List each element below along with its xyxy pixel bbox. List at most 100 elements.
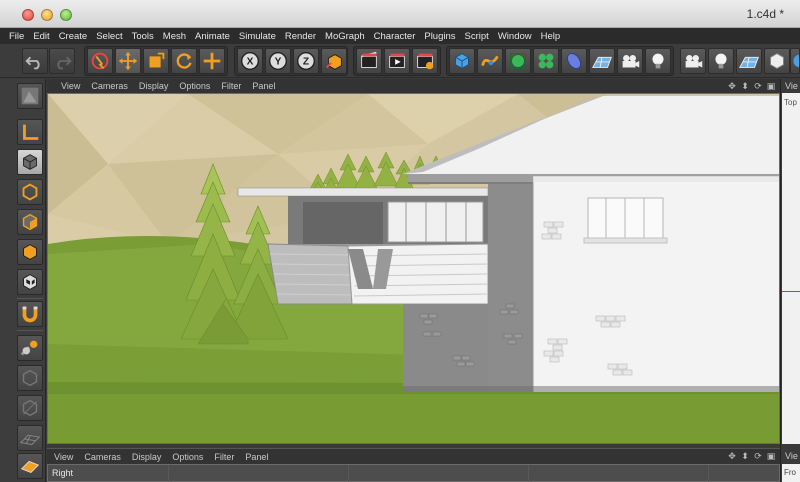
clapper-icon bbox=[361, 51, 377, 68]
scale-tool-button[interactable] bbox=[143, 48, 169, 74]
render-settings-button[interactable] bbox=[412, 48, 438, 74]
magnet-button[interactable] bbox=[17, 301, 43, 327]
light-button[interactable] bbox=[645, 48, 671, 74]
texture-mode-button[interactable] bbox=[17, 209, 43, 235]
right-viewport[interactable]: Right bbox=[47, 464, 780, 482]
light-button-2[interactable] bbox=[708, 48, 734, 74]
cloner-button[interactable] bbox=[533, 48, 559, 74]
floor-button-2[interactable] bbox=[736, 48, 762, 74]
menu-window[interactable]: Window bbox=[495, 31, 538, 42]
axis-x-button[interactable]: X bbox=[237, 48, 263, 74]
menu-simulate[interactable]: Simulate bbox=[236, 31, 282, 42]
render-picture-viewer-button[interactable] bbox=[384, 48, 410, 74]
menu-plugins[interactable]: Plugins bbox=[421, 31, 461, 42]
add-object-button[interactable] bbox=[199, 48, 225, 74]
menu-file[interactable]: File bbox=[6, 31, 30, 42]
front-viewport[interactable]: Fro bbox=[782, 464, 800, 482]
deformer-button[interactable] bbox=[561, 48, 587, 74]
top-viewport[interactable]: Top bbox=[782, 93, 800, 444]
solo-off-button[interactable] bbox=[17, 395, 43, 421]
menu-tools[interactable]: Tools bbox=[129, 31, 160, 42]
menu-select[interactable]: Select bbox=[93, 31, 128, 42]
menu-edit[interactable]: Edit bbox=[30, 31, 55, 42]
subdivision-surface-button[interactable] bbox=[505, 48, 531, 74]
workplane-mode-button[interactable] bbox=[17, 239, 43, 265]
checker-icon bbox=[23, 274, 37, 290]
viewport-menu-filter[interactable]: Filter bbox=[221, 81, 241, 91]
axis-mode-button[interactable] bbox=[17, 119, 43, 145]
viewport-menu-cameras[interactable]: Cameras bbox=[91, 81, 128, 91]
make-editable-button[interactable] bbox=[17, 83, 43, 109]
zoom-window-button[interactable] bbox=[60, 9, 72, 21]
dolly-icon[interactable]: ⬍ bbox=[740, 451, 750, 461]
axis-z-button[interactable]: Z bbox=[293, 48, 319, 74]
viewport-right-menu-cameras[interactable]: Cameras bbox=[84, 452, 121, 462]
move-tool-button[interactable] bbox=[115, 48, 141, 74]
make-editable-icon bbox=[21, 87, 39, 105]
title-bar: 1.c4d * bbox=[0, 0, 800, 28]
viewport-right-nav-controls: ✥ ⬍ ⟳ ▣ bbox=[727, 451, 776, 461]
locked-workplane-button[interactable] bbox=[17, 335, 43, 361]
viewport-menu-panel[interactable]: Panel bbox=[252, 81, 275, 91]
right-side-viewports: Vie Top Vie Fro bbox=[780, 79, 800, 482]
object-panel-button[interactable] bbox=[764, 48, 790, 74]
sphere-button[interactable] bbox=[790, 48, 800, 74]
coordinate-system-button[interactable] bbox=[321, 48, 347, 74]
top-viewport-menu-view[interactable]: Vie bbox=[785, 81, 798, 91]
front-viewport-menu-view[interactable]: Vie bbox=[785, 451, 798, 461]
checker-mode-button[interactable] bbox=[17, 269, 43, 295]
menu-create[interactable]: Create bbox=[56, 31, 94, 42]
redo-button[interactable] bbox=[49, 48, 75, 74]
spline-icon bbox=[481, 55, 499, 67]
menu-animate[interactable]: Animate bbox=[192, 31, 236, 42]
menu-mesh[interactable]: Mesh bbox=[160, 31, 192, 42]
render-view-button[interactable] bbox=[356, 48, 382, 74]
viewport-right-menu-filter[interactable]: Filter bbox=[214, 452, 234, 462]
pan-icon[interactable]: ✥ bbox=[727, 451, 737, 461]
live-selection-button[interactable] bbox=[87, 48, 113, 74]
cube-object-button[interactable] bbox=[449, 48, 475, 74]
viewport-menu-display[interactable]: Display bbox=[139, 81, 169, 91]
orbit-icon[interactable]: ⟳ bbox=[753, 451, 763, 461]
coordinate-system-icon bbox=[325, 54, 342, 70]
undo-button[interactable] bbox=[22, 48, 48, 74]
close-window-button[interactable] bbox=[22, 9, 34, 21]
workplane-mode-icon bbox=[23, 244, 37, 260]
rotate-tool-button[interactable] bbox=[171, 48, 197, 74]
grid-workplane-button[interactable] bbox=[17, 453, 43, 479]
axis-mode-icon bbox=[23, 124, 39, 140]
deformer-icon bbox=[566, 53, 582, 69]
pan-icon[interactable]: ✥ bbox=[727, 81, 737, 91]
axis-y-button[interactable]: Y bbox=[265, 48, 291, 74]
viewport-right-menu-options[interactable]: Options bbox=[172, 452, 203, 462]
menu-mograph[interactable]: MoGraph bbox=[322, 31, 371, 42]
camera-button-2[interactable] bbox=[680, 48, 706, 74]
clapper-play-icon bbox=[389, 53, 405, 68]
solo-button[interactable] bbox=[17, 365, 43, 391]
viewport-right-menu-view[interactable]: View bbox=[54, 452, 73, 462]
maximize-viewport-icon[interactable]: ▣ bbox=[766, 451, 776, 461]
model-mode-button[interactable] bbox=[17, 149, 43, 175]
menu-script[interactable]: Script bbox=[462, 31, 495, 42]
menu-character[interactable]: Character bbox=[371, 31, 422, 42]
grid-line bbox=[168, 465, 169, 482]
perspective-viewport[interactable] bbox=[47, 93, 780, 444]
floor-button[interactable] bbox=[589, 48, 615, 74]
axis-z-label: Z bbox=[303, 57, 309, 68]
maximize-viewport-icon[interactable]: ▣ bbox=[766, 81, 776, 91]
orbit-icon[interactable]: ⟳ bbox=[753, 81, 763, 91]
planar-workplane-button[interactable] bbox=[17, 425, 43, 451]
viewport-menu-options[interactable]: Options bbox=[179, 81, 210, 91]
menu-help[interactable]: Help bbox=[538, 31, 567, 42]
spline-button[interactable] bbox=[477, 48, 503, 74]
minimize-window-button[interactable] bbox=[41, 9, 53, 21]
menu-render[interactable]: Render bbox=[282, 31, 322, 42]
camera-button[interactable] bbox=[617, 48, 643, 74]
viewport-right-menu-display[interactable]: Display bbox=[132, 452, 162, 462]
undo-icon bbox=[25, 56, 40, 70]
object-mode-button[interactable] bbox=[17, 179, 43, 205]
dolly-icon[interactable]: ⬍ bbox=[740, 81, 750, 91]
viewport-menu-view[interactable]: View bbox=[61, 81, 80, 91]
viewport-right-menu-panel[interactable]: Panel bbox=[245, 452, 268, 462]
cube-icon bbox=[455, 53, 469, 69]
